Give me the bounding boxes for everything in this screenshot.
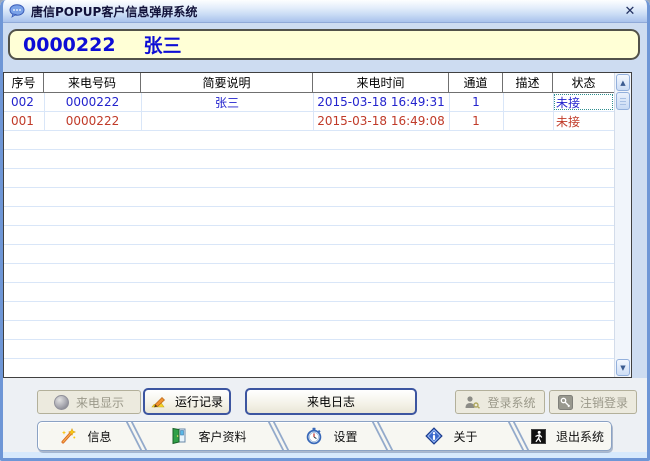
cell-memo	[503, 112, 553, 130]
logout-label: 注销登录	[579, 395, 628, 410]
call-log-label: 来电日志	[306, 395, 355, 409]
sphere-icon	[53, 394, 69, 410]
close-icon[interactable]: ✕	[619, 4, 641, 19]
cell-status: 未接	[556, 114, 581, 129]
tab-customer-data[interactable]: 客户资料	[142, 422, 275, 450]
exit-runner-icon	[530, 428, 546, 444]
caller-display-label: 来电显示	[75, 395, 124, 410]
cell-note: 张三	[214, 95, 239, 110]
col-header-channel[interactable]: 通道	[449, 73, 503, 92]
call-log-button[interactable]: 来电日志	[245, 388, 417, 415]
status-strip	[0, 452, 650, 461]
tab-divider	[275, 422, 284, 450]
col-header-note[interactable]: 简要说明	[141, 73, 313, 92]
tab-info[interactable]: 信息	[38, 422, 133, 450]
login-button[interactable]: 登录系统	[455, 390, 545, 414]
door-icon	[172, 427, 186, 445]
speech-bubble-icon	[9, 4, 25, 18]
table-header-row: 序号 来电号码 简要说明 来电时间 通道 描述 状态	[4, 73, 614, 93]
stopwatch-icon	[307, 427, 322, 445]
cell-seq: 001	[11, 114, 34, 128]
cell-seq: 002	[11, 95, 34, 109]
table-row[interactable]: 002 0000222 张三 2015-03-18 16:49:31 1 未接	[4, 93, 614, 112]
tab-info-label: 信息	[87, 429, 112, 444]
col-header-status[interactable]: 状态	[553, 73, 614, 92]
bottom-tab-bar: 信息 客户资料 设置 关于 退出系统	[37, 421, 612, 451]
cell-status: 未接	[553, 93, 614, 111]
caller-name: 张三	[143, 35, 182, 57]
tab-divider	[379, 422, 388, 450]
tab-exit[interactable]: 退出系统	[524, 422, 611, 450]
caller-display-button[interactable]: 来电显示	[37, 390, 141, 414]
caller-banner: 0000222 张三	[8, 29, 640, 60]
vertical-scrollbar[interactable]: ▲ ▼	[614, 73, 631, 377]
run-log-button[interactable]: 运行记录	[143, 388, 231, 415]
title-bar: 唐信POPUP客户信息弹屏系统 ✕	[0, 0, 650, 23]
cell-time: 2015-03-18 16:49:31	[317, 95, 445, 109]
login-label: 登录系统	[487, 395, 536, 410]
app-window: 唐信POPUP客户信息弹屏系统 ✕ 0000222 张三 序号 来电号码 简要说…	[0, 0, 650, 461]
col-header-seq[interactable]: 序号	[4, 73, 44, 92]
window-title: 唐信POPUP客户信息弹屏系统	[31, 4, 198, 19]
logout-button[interactable]: 注销登录	[549, 390, 637, 414]
cell-time: 2015-03-18 16:49:08	[317, 114, 445, 128]
pencil-icon	[151, 396, 165, 407]
tab-settings-label: 设置	[333, 429, 358, 444]
tab-exit-label: 退出系统	[555, 429, 604, 444]
cell-number: 0000222	[65, 95, 120, 109]
info-diamond-icon	[425, 427, 444, 445]
scrollbar-thumb[interactable]	[616, 92, 630, 110]
tab-about-label: 关于	[453, 429, 478, 444]
cell-number: 0000222	[65, 114, 120, 128]
caller-number: 0000222	[23, 33, 116, 56]
tab-settings[interactable]: 设置	[284, 422, 379, 450]
table-body: 002 0000222 张三 2015-03-18 16:49:31 1 未接 …	[4, 93, 614, 377]
cell-channel: 1	[472, 95, 480, 109]
key-icon	[557, 394, 573, 410]
cell-channel: 1	[472, 114, 480, 128]
col-header-number[interactable]: 来电号码	[44, 73, 141, 92]
call-list-table: 序号 来电号码 简要说明 来电时间 通道 描述 状态 002 0000222 张…	[3, 72, 632, 378]
cell-note	[141, 112, 313, 130]
cell-memo	[503, 93, 553, 111]
tab-about[interactable]: 关于	[388, 422, 515, 450]
table-row[interactable]: 001 0000222 2015-03-18 16:49:08 1 未接	[4, 112, 614, 131]
run-log-label: 运行记录	[174, 395, 223, 409]
tab-customer-data-label: 客户资料	[198, 429, 247, 444]
wand-icon	[61, 427, 77, 444]
tab-divider	[515, 422, 524, 450]
scroll-down-icon[interactable]: ▼	[616, 359, 630, 376]
user-key-icon	[465, 396, 481, 409]
col-header-time[interactable]: 来电时间	[313, 73, 449, 92]
tab-divider	[133, 422, 142, 450]
col-header-memo[interactable]: 描述	[503, 73, 553, 92]
empty-grid-rows	[4, 131, 614, 377]
scroll-up-icon[interactable]: ▲	[616, 74, 630, 91]
